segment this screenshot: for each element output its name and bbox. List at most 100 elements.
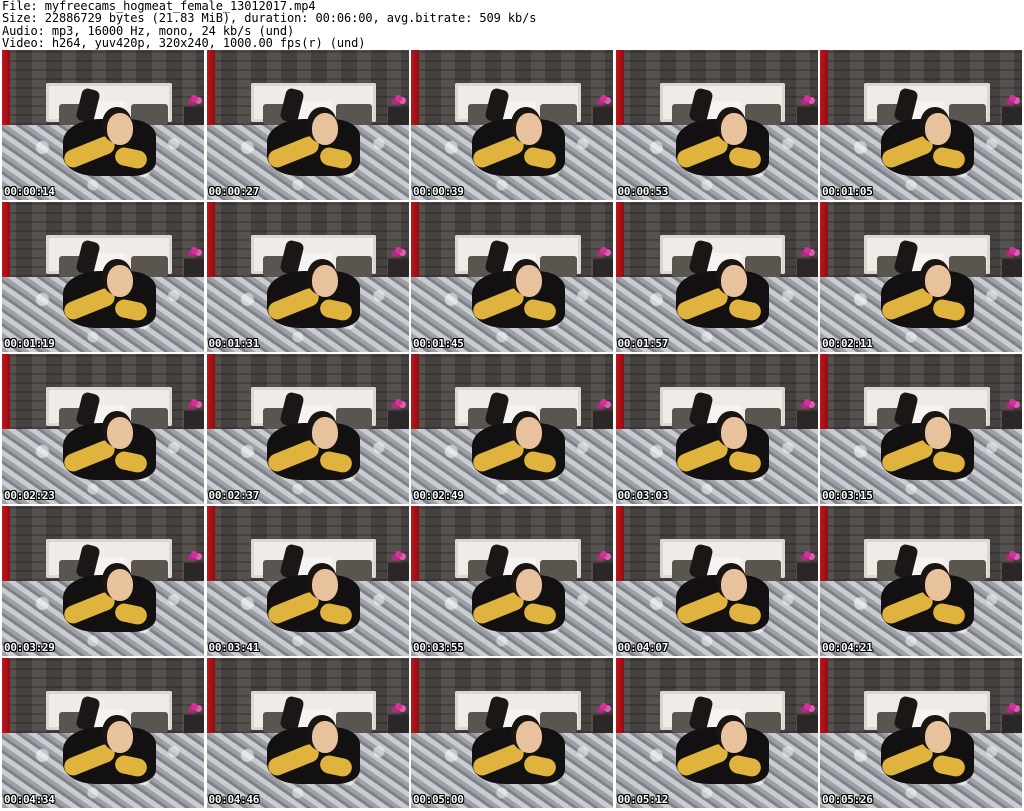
flower-decoration: [190, 247, 198, 254]
video-thumbnail: 00:05:00: [411, 658, 613, 808]
video-thumbnail: 00:02:23: [2, 354, 204, 504]
thumbnail-timestamp: 00:00:39: [413, 185, 464, 198]
red-curtain: [615, 202, 624, 289]
video-thumbnail: 00:04:07: [615, 506, 818, 656]
flower-decoration: [190, 703, 198, 710]
head-figure: [720, 721, 747, 753]
flower-decoration: [599, 703, 607, 710]
thumbnail-timestamp: 00:01:45: [413, 337, 464, 350]
video-thumbnail: 00:01:19: [2, 202, 204, 352]
red-curtain: [411, 354, 419, 441]
thumbnail-timestamp: 00:04:07: [617, 641, 669, 654]
video-thumbnail: 00:05:12: [615, 658, 818, 808]
video-thumbnail: 00:01:05: [820, 50, 1022, 200]
flower-decoration: [599, 551, 607, 558]
red-curtain: [2, 50, 10, 137]
head-figure: [311, 569, 338, 601]
red-curtain: [2, 658, 10, 745]
thumbnail-timestamp: 00:05:12: [617, 793, 669, 806]
file-size-line: Size: 22886729 bytes (21.83 MiB), durati…: [2, 11, 537, 26]
red-curtain: [820, 658, 828, 745]
flower-decoration: [599, 247, 607, 254]
video-thumbnail: 00:04:34: [2, 658, 204, 808]
thumbnail-timestamp: 00:03:03: [617, 489, 669, 502]
video-thumbnail: 00:04:46: [206, 658, 409, 808]
video-thumbnail: 00:03:29: [2, 506, 204, 656]
thumbnail-timestamp: 00:05:26: [822, 793, 873, 806]
video-thumbnail: 00:01:31: [206, 202, 409, 352]
head-figure: [107, 721, 134, 753]
head-figure: [516, 265, 543, 297]
flower-decoration: [1008, 95, 1016, 102]
red-curtain: [820, 202, 828, 289]
thumbnail-timestamp: 00:01:57: [617, 337, 669, 350]
head-figure: [925, 265, 952, 297]
thumbnail-timestamp: 00:02:49: [413, 489, 464, 502]
thumbnail-timestamp: 00:00:14: [4, 185, 55, 198]
red-curtain: [2, 506, 10, 593]
head-figure: [107, 417, 134, 449]
flower-decoration: [1008, 247, 1016, 254]
red-curtain: [615, 506, 624, 593]
head-figure: [925, 113, 952, 145]
video-thumbnail: 00:00:27: [206, 50, 409, 200]
red-curtain: [615, 354, 624, 441]
flower-decoration: [1008, 551, 1016, 558]
head-figure: [720, 417, 747, 449]
head-figure: [720, 569, 747, 601]
flower-decoration: [1008, 399, 1016, 406]
red-curtain: [206, 202, 215, 289]
red-curtain: [2, 354, 10, 441]
thumbnail-timestamp: 00:01:05: [822, 185, 873, 198]
red-curtain: [820, 354, 828, 441]
red-curtain: [206, 50, 215, 137]
red-curtain: [411, 50, 419, 137]
thumbnail-grid: 00:00:14 00:00:27 00:00:39 00:00:53 00:01:05…: [0, 50, 1024, 811]
thumbnail-timestamp: 00:02:11: [822, 337, 873, 350]
head-figure: [516, 113, 543, 145]
video-thumbnail: 00:00:53: [615, 50, 818, 200]
red-curtain: [206, 658, 215, 745]
video-thumbnail: 00:03:15: [820, 354, 1022, 504]
head-figure: [311, 113, 338, 145]
video-thumbnail: 00:04:21: [820, 506, 1022, 656]
thumbnail-timestamp: 00:01:31: [208, 337, 260, 350]
video-thumbnail: 00:03:03: [615, 354, 818, 504]
thumbnail-timestamp: 00:01:19: [4, 337, 55, 350]
head-figure: [516, 721, 543, 753]
thumbnail-timestamp: 00:02:37: [208, 489, 260, 502]
red-curtain: [411, 506, 419, 593]
video-thumbnail: 00:02:11: [820, 202, 1022, 352]
thumbnail-timestamp: 00:03:55: [413, 641, 464, 654]
red-curtain: [411, 658, 419, 745]
red-curtain: [615, 658, 624, 745]
video-thumbnail: 00:03:41: [206, 506, 409, 656]
red-curtain: [820, 506, 828, 593]
head-figure: [516, 569, 543, 601]
thumbnail-timestamp: 00:04:46: [208, 793, 260, 806]
head-figure: [925, 721, 952, 753]
head-figure: [107, 265, 134, 297]
thumbnail-timestamp: 00:04:34: [4, 793, 55, 806]
thumbnail-timestamp: 00:02:23: [4, 489, 55, 502]
flower-decoration: [1008, 703, 1016, 710]
flower-decoration: [599, 95, 607, 102]
head-figure: [516, 417, 543, 449]
file-info-header: File: myfreecams_hogmeat_female_13012017…: [2, 0, 1020, 50]
flower-decoration: [190, 399, 198, 406]
video-thumbnail: 00:00:39: [411, 50, 613, 200]
thumbnail-timestamp: 00:00:53: [617, 185, 669, 198]
head-figure: [107, 113, 134, 145]
video-thumbnail: 00:02:49: [411, 354, 613, 504]
head-figure: [311, 265, 338, 297]
video-thumbnail: 00:05:26: [820, 658, 1022, 808]
thumbnail-timestamp: 00:04:21: [822, 641, 873, 654]
head-figure: [720, 113, 747, 145]
video-info-line: Video: h264, yuv420p, 320x240, 1000.00 f…: [2, 35, 366, 50]
head-figure: [925, 569, 952, 601]
red-curtain: [2, 202, 10, 289]
red-curtain: [411, 202, 419, 289]
thumbnail-timestamp: 00:05:00: [413, 793, 464, 806]
video-thumbnail: 00:01:57: [615, 202, 818, 352]
flower-decoration: [190, 95, 198, 102]
